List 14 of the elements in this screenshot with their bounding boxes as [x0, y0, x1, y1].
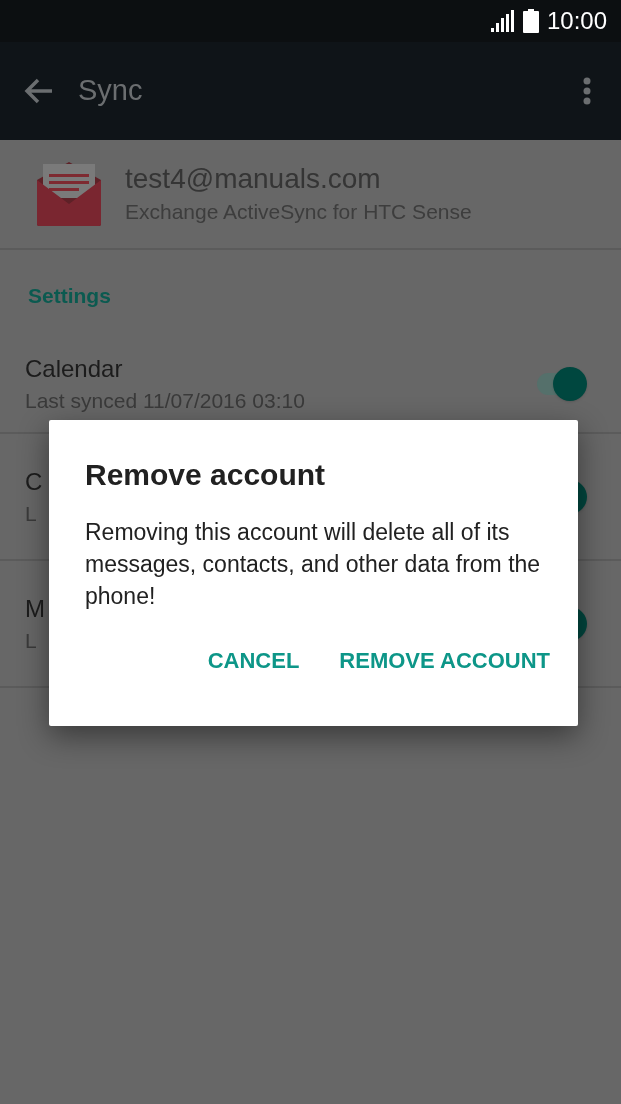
- section-header: Settings: [28, 283, 111, 310]
- dialog-button[interactable]: CANCEL: [207, 646, 300, 676]
- sync-item-name: M: [25, 593, 45, 624]
- dialog-message: Removing this account will delete all of its messages, contacts, and other data from the phone!: [85, 518, 542, 611]
- signal-icon: [490, 10, 515, 32]
- dialog-button[interactable]: REMOVE ACCOUNT: [339, 646, 550, 676]
- clock: 10:00: [546, 6, 607, 36]
- toolbar-title: Sync: [78, 73, 144, 109]
- battery-icon: [522, 9, 539, 33]
- sync-item-name: Calendar: [25, 354, 123, 384]
- sync-item-name: C: [25, 466, 43, 497]
- more-icon: [583, 77, 591, 105]
- back-arrow-icon: [24, 77, 54, 105]
- dialog-title: Remove account: [85, 457, 327, 493]
